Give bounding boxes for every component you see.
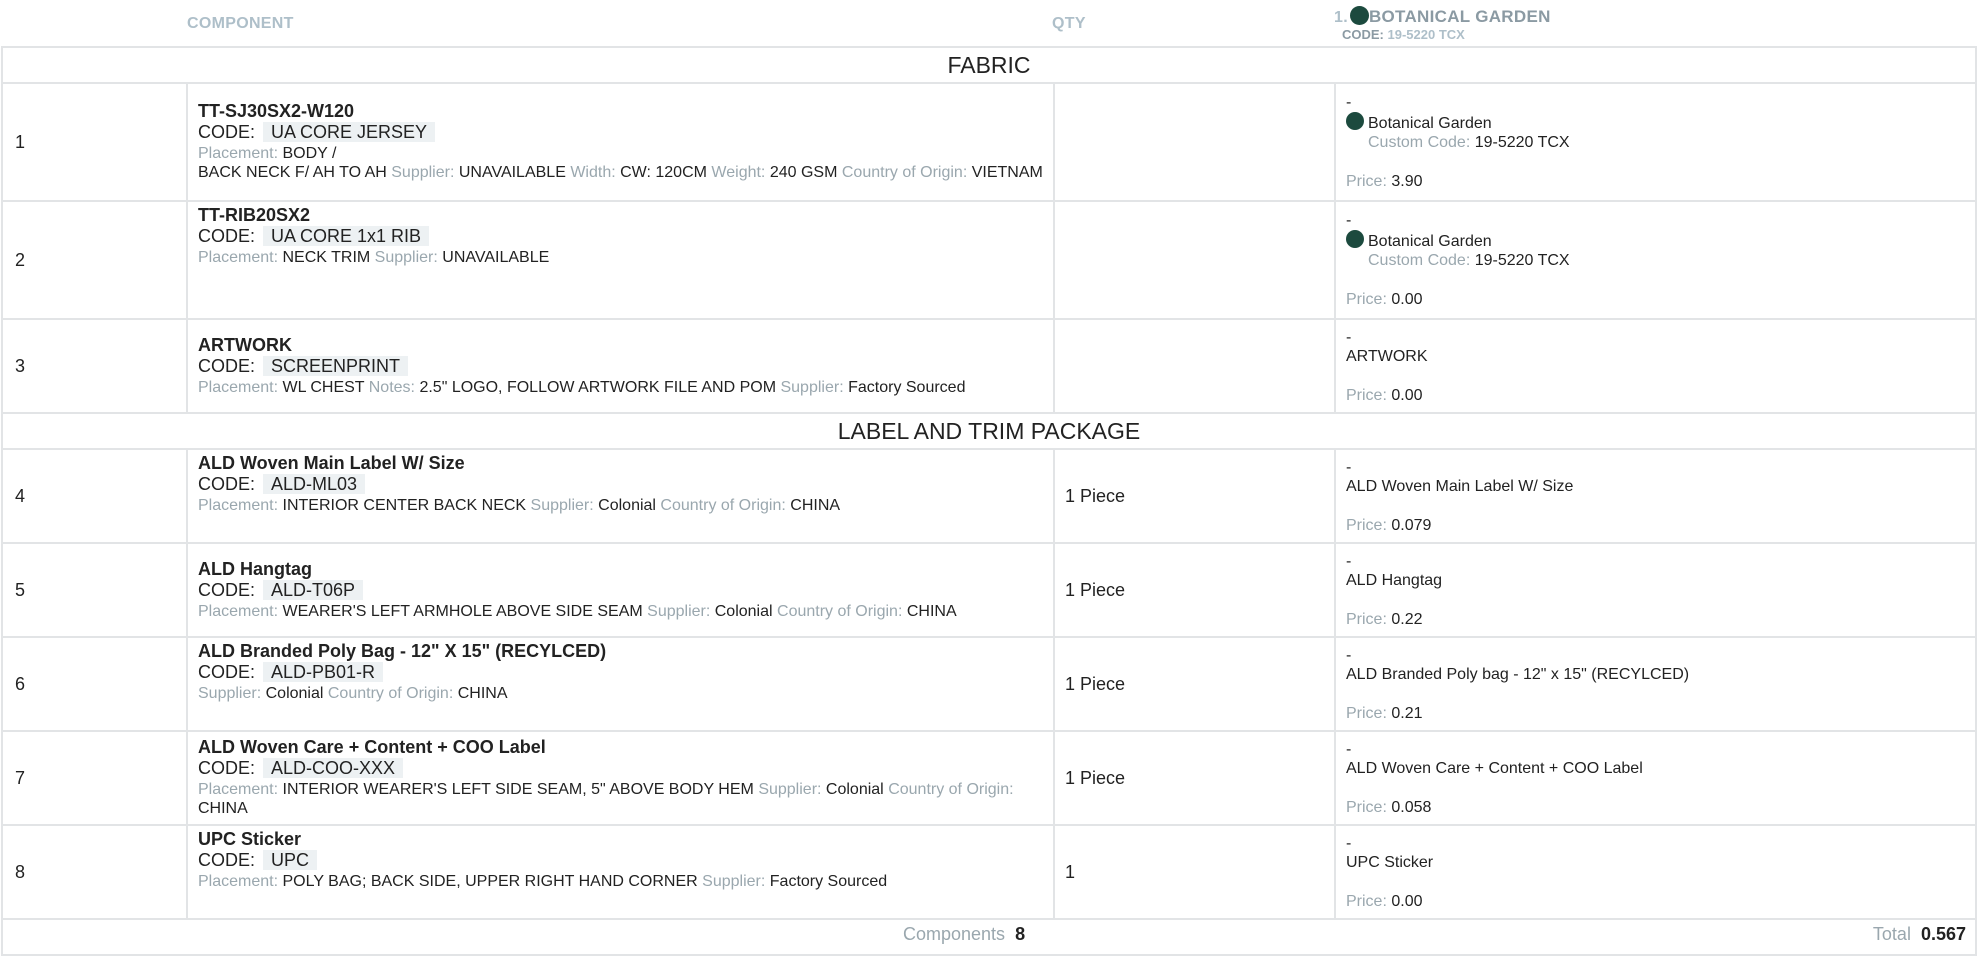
bom-table: FABRIC 1 TT-SJ30SX2-W120 CODE: UA CORE JE… xyxy=(1,46,1977,956)
price-value: 0.00 xyxy=(1391,291,1423,308)
component-cell: ALD Branded Poly Bag - 12" X 15" (RECYLC… xyxy=(186,636,1055,732)
qty-cell: 1 Piece xyxy=(1053,448,1336,544)
component-name: ALD Woven Care + Content + COO Label xyxy=(198,737,546,757)
component-code: CODE: ALD-T06P xyxy=(198,579,1043,602)
component-cell: ARTWORK CODE: SCREENPRINT Placement: WL C… xyxy=(186,318,1055,414)
colorway-cell: - Botanical Garden Custom Code: 19-5220 … xyxy=(1334,200,1977,320)
price-value: 0.00 xyxy=(1391,386,1423,404)
row-number: 8 xyxy=(1,824,188,920)
component-name: ALD Branded Poly Bag - 12" X 15" (RECYLC… xyxy=(198,641,607,661)
colorway-swatch-icon xyxy=(1349,6,1369,25)
header-component: COMPONENT xyxy=(187,15,294,32)
header-qty: QTY xyxy=(1052,15,1086,32)
component-name: ALD Hangtag xyxy=(198,558,312,579)
price-value: 3.90 xyxy=(1391,173,1423,190)
colorway-cell: - UPC Sticker Price: 0.00 xyxy=(1334,824,1977,920)
component-name: TT-SJ30SX2-W120 xyxy=(198,101,355,121)
component-code: CODE: UA CORE 1x1 RIB xyxy=(198,225,1043,248)
component-code: CODE: UA CORE JERSEY xyxy=(198,121,1043,144)
colorway-cell: - ALD Branded Poly bag - 12" x 15" (RECY… xyxy=(1334,636,1977,732)
component-cell: UPC Sticker CODE: UPC Placement: POLY BAG… xyxy=(186,824,1055,920)
colorway-name: BOTANICAL GARDEN xyxy=(1368,7,1551,26)
table-row[interactable]: 2 TT-RIB20SX2 CODE: UA CORE 1x1 RIB Place… xyxy=(1,200,1977,320)
component-code: CODE: UPC xyxy=(198,849,1043,872)
qty-cell: 1 Piece xyxy=(1053,636,1336,732)
row-number: 1 xyxy=(1,82,188,202)
section-title-trim: LABEL AND TRIM PACKAGE xyxy=(1,412,1977,450)
table-row[interactable]: 4 ALD Woven Main Label W/ Size CODE: ALD-… xyxy=(1,448,1977,544)
component-cell: ALD Woven Main Label W/ Size CODE: ALD-ML… xyxy=(186,448,1055,544)
row-number: 2 xyxy=(1,200,188,320)
component-code: CODE: ALD-ML03 xyxy=(198,473,1043,496)
component-cell: TT-SJ30SX2-W120 CODE: UA CORE JERSEY Plac… xyxy=(186,82,1055,202)
component-code: CODE: ALD-PB01-R xyxy=(198,661,1043,684)
qty-cell: 1 xyxy=(1053,824,1336,920)
header-colorway[interactable]: 1. BOTANICAL GARDEN xyxy=(1334,6,1551,27)
component-name: ARTWORK xyxy=(198,334,292,355)
colorway-cell: - ARTWORK Price: 0.00 xyxy=(1334,318,1977,414)
row-number: 7 xyxy=(1,730,188,826)
colorway-cell: - ALD Woven Main Label W/ Size Price: 0.… xyxy=(1334,448,1977,544)
table-header: COMPONENT QTY 1. BOTANICAL GARDEN CODE: 1… xyxy=(0,0,1978,46)
color-name: Botanical Garden xyxy=(1368,233,1492,250)
color-swatch-icon xyxy=(1346,230,1364,248)
colorway-cell: - ALD Woven Care + Content + COO Label P… xyxy=(1334,730,1977,826)
price-value: 0.21 xyxy=(1391,704,1423,722)
price-value: 0.058 xyxy=(1391,798,1432,816)
table-row[interactable]: 6 ALD Branded Poly Bag - 12" X 15" (RECY… xyxy=(1,636,1977,732)
component-cell: ALD Hangtag CODE: ALD-T06P Placement: WEA… xyxy=(186,542,1055,638)
component-name: ALD Woven Main Label W/ Size xyxy=(198,453,465,473)
component-code: CODE: ALD-COO-XXX xyxy=(198,757,1043,780)
colorway-code: CODE: 19-5220 TCX xyxy=(1342,27,1465,42)
qty-cell xyxy=(1053,318,1336,414)
price-value: 0.00 xyxy=(1391,892,1423,910)
row-number: 4 xyxy=(1,448,188,544)
colorway-cell: - ALD Hangtag Price: 0.22 xyxy=(1334,542,1977,638)
qty-cell: 1 Piece xyxy=(1053,730,1336,826)
section-row-trim: LABEL AND TRIM PACKAGE xyxy=(1,412,1977,450)
components-count: Components 8 xyxy=(903,924,1026,944)
component-cell: TT-RIB20SX2 CODE: UA CORE 1x1 RIB Placeme… xyxy=(186,200,1055,320)
component-name: TT-RIB20SX2 xyxy=(198,205,311,225)
table-row[interactable]: 7 ALD Woven Care + Content + COO Label C… xyxy=(1,730,1977,826)
color-swatch-icon xyxy=(1346,112,1364,130)
component-cell: ALD Woven Care + Content + COO Label COD… xyxy=(186,730,1055,826)
price-value: 0.22 xyxy=(1391,610,1423,628)
component-name: UPC Sticker xyxy=(198,829,302,849)
section-row-fabric: FABRIC xyxy=(1,46,1977,84)
component-code: CODE: SCREENPRINT xyxy=(198,355,1043,378)
qty-cell xyxy=(1053,200,1336,320)
table-row[interactable]: 3 ARTWORK CODE: SCREENPRINT Placement: WL… xyxy=(1,318,1977,414)
row-number: 3 xyxy=(1,318,188,414)
colorway-cell: - Botanical Garden Custom Code: 19-5220 … xyxy=(1334,82,1977,202)
qty-cell: 1 Piece xyxy=(1053,542,1336,638)
table-row[interactable]: 8 UPC Sticker CODE: UPC Placement: POLY B… xyxy=(1,824,1977,920)
qty-cell xyxy=(1053,82,1336,202)
colorway-number: 1. xyxy=(1334,9,1348,26)
total-price: Total 0.567 xyxy=(1872,924,1966,944)
table-row[interactable]: 5 ALD Hangtag CODE: ALD-T06P Placement: W… xyxy=(1,542,1977,638)
color-name: Botanical Garden xyxy=(1368,115,1492,132)
price-value: 0.079 xyxy=(1391,516,1432,534)
row-number: 5 xyxy=(1,542,188,638)
section-title-fabric: FABRIC xyxy=(1,46,1977,84)
row-number: 6 xyxy=(1,636,188,732)
table-row[interactable]: 1 TT-SJ30SX2-W120 CODE: UA CORE JERSEY Pl… xyxy=(1,82,1977,202)
